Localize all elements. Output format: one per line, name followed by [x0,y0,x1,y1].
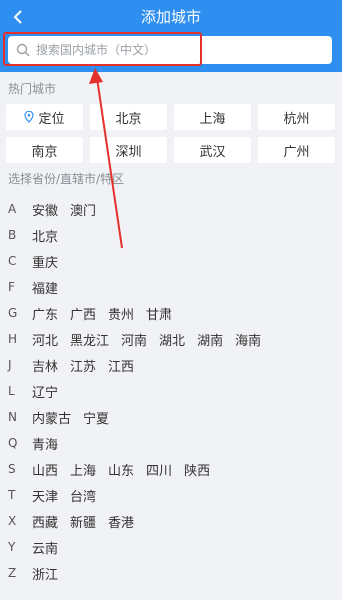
province-row: F 福建 [8,278,70,297]
province-item[interactable]: 河北 [32,330,58,349]
hot-city-button[interactable]: 北京 [90,104,167,130]
province-item[interactable]: 湖北 [159,330,185,349]
province-item[interactable]: 江苏 [70,356,96,375]
province-item[interactable]: 新疆 [70,512,96,531]
province-item[interactable]: 北京 [32,226,58,245]
province-item[interactable]: 重庆 [32,252,58,271]
locate-button[interactable]: 定位 [6,104,83,130]
province-item[interactable]: 四川 [146,460,172,479]
province-section-label: 选择省份/直辖市/特区 [8,172,125,186]
hot-cities-label: 热门城市 [8,82,57,96]
locate-label: 定位 [38,111,65,127]
index-letter: F [8,280,15,294]
province-row: L 辽宁 [8,382,70,401]
province-item[interactable]: 福建 [32,278,58,297]
province-row: X 西藏 新疆 香港 [8,512,146,531]
page-title: 添加城市 [140,8,201,26]
province-item[interactable]: 山东 [108,460,134,479]
province-row: N 内蒙古 宁夏 [8,408,121,427]
province-item[interactable]: 台湾 [70,486,96,505]
index-letter: A [8,202,17,216]
index-letter: Q [8,436,18,450]
province-item[interactable]: 河南 [121,330,147,349]
index-letter: G [8,306,18,320]
province-item[interactable]: 上海 [70,460,96,479]
province-item[interactable]: 澳门 [70,200,96,219]
province-item[interactable]: 辽宁 [32,382,58,401]
province-item[interactable]: 香港 [108,512,134,531]
province-item[interactable]: 天津 [32,486,58,505]
province-row: A 安徽 澳门 [8,200,108,219]
index-letter: C [8,254,17,268]
location-pin-icon [24,111,35,123]
province-item[interactable]: 江西 [108,356,134,375]
search-icon [16,43,30,57]
province-item[interactable]: 宁夏 [83,408,109,427]
province-item[interactable]: 山西 [32,460,58,479]
index-letter: N [8,410,17,424]
index-letter: H [8,332,18,346]
province-item[interactable]: 贵州 [108,304,134,323]
hot-city-button[interactable]: 杭州 [258,104,335,130]
province-item[interactable]: 广东 [32,304,58,323]
province-row: J 吉林 江苏 江西 [8,356,146,375]
province-item[interactable]: 海南 [235,330,261,349]
province-item[interactable]: 西藏 [32,512,58,531]
hot-city-button[interactable]: 深圳 [90,137,167,163]
index-letter: T [8,488,16,502]
app-header: 添加城市 搜索国内城市（中文） [0,0,342,72]
province-row: T 天津 台湾 [8,486,108,505]
index-letter: X [8,514,17,528]
province-item[interactable]: 浙江 [32,564,58,583]
hot-city-button[interactable]: 武汉 [174,137,251,163]
index-letter: L [8,384,15,398]
province-item[interactable]: 吉林 [32,356,58,375]
province-item[interactable]: 湖南 [197,330,223,349]
index-letter: B [8,228,17,242]
province-row: Y 云南 [8,538,70,557]
province-row: Z 浙江 [8,564,70,583]
index-letter: Y [8,540,16,554]
province-item[interactable]: 安徽 [32,200,58,219]
province-item[interactable]: 甘肃 [146,304,172,323]
province-row: H 河北 黑龙江 河南 湖北 湖南 海南 [8,330,273,349]
province-item[interactable]: 云南 [32,538,58,557]
search-input[interactable]: 搜索国内城市（中文） [8,36,332,64]
province-item[interactable]: 黑龙江 [70,330,109,349]
province-row: S 山西 上海 山东 四川 陕西 [8,460,222,479]
province-row: G 广东 广西 贵州 甘肃 [8,304,184,323]
search-placeholder: 搜索国内城市（中文） [36,43,157,57]
index-letter: S [8,462,16,476]
province-item[interactable]: 青海 [32,434,58,453]
province-row: B 北京 [8,226,70,245]
province-item[interactable]: 广西 [70,304,96,323]
province-row: C 重庆 [8,252,70,271]
province-item[interactable]: 内蒙古 [32,408,71,427]
province-row: Q 青海 [8,434,70,453]
index-letter: J [8,358,12,372]
hot-city-button[interactable]: 南京 [6,137,83,163]
province-item[interactable]: 陕西 [184,460,210,479]
index-letter: Z [8,566,17,580]
hot-city-button[interactable]: 上海 [174,104,251,130]
hot-city-button[interactable]: 广州 [258,137,335,163]
